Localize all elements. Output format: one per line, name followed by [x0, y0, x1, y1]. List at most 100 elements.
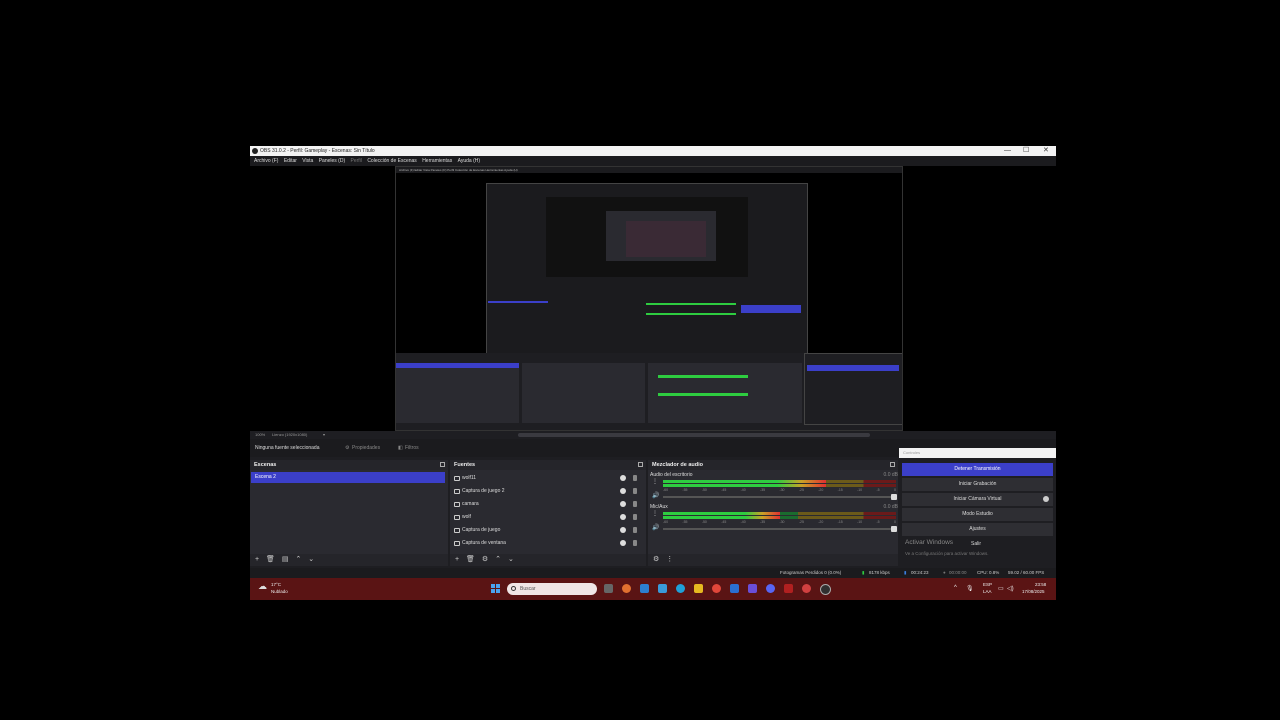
visibility-eye-icon[interactable] — [620, 527, 626, 533]
mic-icon[interactable]: 🎙 — [966, 585, 974, 592]
mail-icon[interactable] — [640, 584, 649, 593]
mixer-settings-button[interactable]: ⚙ — [653, 554, 659, 566]
stream-icon: ▮ — [904, 570, 907, 575]
speaker-icon[interactable]: 🔊 — [652, 492, 659, 499]
menu-file[interactable]: Archivo (F) — [254, 156, 278, 166]
channel-menu-icon[interactable]: ⋮ — [652, 510, 658, 517]
network-icon[interactable]: ▭ — [998, 585, 1004, 592]
visibility-eye-icon[interactable] — [620, 514, 626, 520]
slider-knob[interactable] — [891, 494, 897, 500]
lock-icon[interactable] — [633, 488, 637, 494]
filters-button[interactable]: Filtros — [405, 439, 419, 457]
meter-tick-label: -55 — [682, 488, 688, 492]
scene-filters-button[interactable]: ▤ — [282, 554, 289, 566]
source-row[interactable]: Captura de juego — [450, 524, 640, 537]
studio-mode-button[interactable]: Modo Estudio — [902, 508, 1053, 521]
remove-scene-button[interactable]: 🗑 — [266, 554, 275, 566]
source-settings-button[interactable]: ⚙ — [482, 554, 488, 566]
close-button[interactable]: ✕ — [1043, 146, 1049, 156]
store-icon[interactable] — [658, 584, 667, 593]
language[interactable]: ESP — [983, 582, 992, 587]
add-source-button[interactable]: + — [455, 554, 459, 566]
minimize-button[interactable]: — — [1004, 146, 1011, 156]
mixer-menu-button[interactable]: ⋮ — [666, 554, 673, 566]
popout-icon[interactable] — [890, 462, 895, 467]
folder-icon[interactable] — [694, 584, 703, 593]
settings-button[interactable]: Ajustes — [902, 523, 1053, 536]
move-down-button[interactable]: ⌄ — [308, 554, 314, 566]
lock-icon[interactable] — [633, 540, 637, 546]
obs-taskbar-icon[interactable] — [820, 584, 831, 595]
menu-tools[interactable]: Herramientas — [422, 156, 452, 166]
meter-tick-label: -35 — [760, 488, 766, 492]
start-virtual-camera-button[interactable]: Iniciar Cámara Virtual — [954, 496, 1002, 502]
weather-desc[interactable]: Nublado — [271, 589, 288, 594]
preview-scrollbar[interactable] — [518, 433, 870, 437]
source-row[interactable]: camara — [450, 498, 640, 511]
move-up-button[interactable]: ⌃ — [495, 554, 501, 566]
activate-windows-sub: Ve a Configuración para activar Windows. — [905, 551, 989, 556]
remove-source-button[interactable]: 🗑 — [466, 554, 475, 566]
lock-icon[interactable] — [633, 514, 637, 520]
lock-icon[interactable] — [633, 475, 637, 481]
stop-streaming-button[interactable]: Detener Transmisión — [902, 463, 1053, 476]
menu-view[interactable]: Vista — [302, 156, 313, 166]
slider-knob[interactable] — [891, 526, 897, 532]
visibility-eye-icon[interactable] — [620, 488, 626, 494]
source-row[interactable]: Captura de juego 2 — [450, 485, 640, 498]
word-icon[interactable] — [730, 584, 739, 593]
gear-icon: ⚙ — [345, 445, 350, 451]
visibility-eye-icon[interactable] — [620, 540, 626, 546]
clock-date[interactable]: 17/08/2025 — [1022, 589, 1045, 594]
chrome-icon[interactable] — [712, 584, 721, 593]
clock-time[interactable]: 23:58 — [1035, 582, 1046, 587]
move-up-button[interactable]: ⌃ — [295, 554, 301, 566]
move-down-button[interactable]: ⌄ — [508, 554, 514, 566]
zoom-level[interactable]: 100% — [255, 431, 265, 439]
menu-help[interactable]: Ayuda (H) — [458, 156, 480, 166]
channel-menu-icon[interactable]: ⋮ — [652, 478, 658, 485]
visibility-eye-icon[interactable] — [620, 501, 626, 507]
teams-icon[interactable] — [748, 584, 757, 593]
canvas-mode[interactable]: Lienzo (1920x1080) — [272, 431, 307, 439]
discord-icon[interactable] — [766, 584, 775, 593]
nested-control-btn — [741, 305, 801, 313]
weather-temp[interactable]: 17°C — [271, 582, 281, 587]
visibility-eye-icon[interactable] — [620, 475, 626, 481]
gear-icon[interactable] — [1043, 496, 1049, 502]
start-icon[interactable] — [491, 584, 500, 593]
exit-button[interactable]: Salir — [971, 541, 981, 547]
language-layout[interactable]: LAA — [983, 589, 992, 594]
menu-docks[interactable]: Paneles (D) — [319, 156, 345, 166]
task-view-icon[interactable] — [604, 584, 613, 593]
properties-button[interactable]: Propiedades — [352, 439, 380, 457]
maximize-button[interactable]: ☐ — [1023, 146, 1029, 156]
lock-icon[interactable] — [633, 501, 637, 507]
chevron-up-icon[interactable]: ^ — [954, 585, 957, 591]
speaker-icon[interactable]: 🔊 — [652, 524, 659, 531]
add-scene-button[interactable]: + — [255, 554, 259, 566]
volume-icon[interactable]: ◁) — [1007, 585, 1014, 592]
lock-icon[interactable] — [633, 527, 637, 533]
popout-icon[interactable] — [638, 462, 643, 467]
chrome-icon[interactable] — [802, 584, 811, 593]
source-row[interactable]: Captura de ventana — [450, 537, 640, 550]
volume-slider[interactable] — [663, 494, 897, 500]
menu-profile[interactable]: Perfil — [351, 156, 362, 166]
start-recording-button[interactable]: Iniciar Grabación — [902, 478, 1053, 491]
source-row[interactable]: wolf — [450, 511, 640, 524]
popout-icon[interactable] — [440, 462, 445, 467]
nested-window-5 — [626, 221, 706, 257]
filter-icon: ◧ — [398, 445, 403, 451]
menu-scene-collection[interactable]: Colección de Escenas — [367, 156, 416, 166]
browser-icon[interactable] — [622, 584, 631, 593]
canvas-dropdown-icon[interactable]: ▾ — [323, 431, 325, 439]
menu-edit[interactable]: Editar — [284, 156, 297, 166]
search-box[interactable]: Buscar — [507, 583, 597, 595]
app-icon[interactable] — [784, 584, 793, 593]
scene-item[interactable]: Escena 2 — [251, 472, 445, 483]
source-row[interactable]: wolf11 — [450, 472, 640, 485]
volume-slider[interactable] — [663, 526, 897, 532]
edge-icon[interactable] — [676, 584, 685, 593]
preview-canvas[interactable]: Archivo (F) Editar Vista Paneles (D) Per… — [250, 166, 1056, 431]
